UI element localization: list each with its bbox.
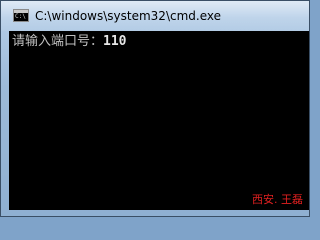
prompt-line: 请输入端口号：110	[12, 34, 127, 50]
cmd-window: C:\ C:\windows\system32\cmd.exe 请输入端口号：1…	[0, 0, 310, 217]
icon-prompt-glyph: C:\	[15, 13, 26, 20]
author-watermark: 西安. 王磊	[252, 193, 303, 206]
port-prompt: 请输入端口号：	[12, 34, 104, 49]
cmd-console-icon[interactable]: C:\	[13, 9, 29, 22]
console-area[interactable]: 请输入端口号：110 西安. 王磊	[9, 31, 309, 210]
window-title: C:\windows\system32\cmd.exe	[35, 9, 221, 23]
title-bar[interactable]: C:\ C:\windows\system32\cmd.exe	[1, 1, 309, 31]
port-input-value[interactable]: 110	[103, 34, 126, 49]
